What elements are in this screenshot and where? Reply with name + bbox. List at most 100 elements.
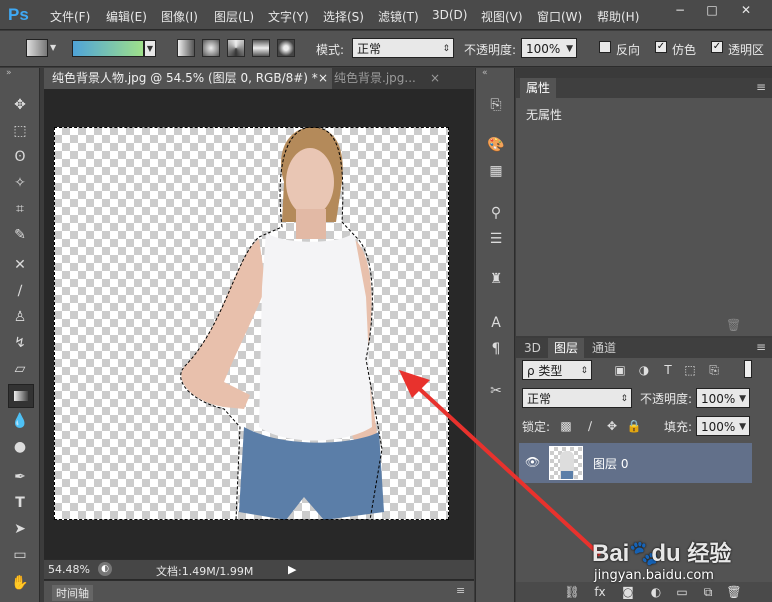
tab-layers[interactable]: 图层 [548,338,585,358]
status-menu-arrow-icon[interactable]: ▶ [288,563,296,576]
dither-checkbox[interactable]: ✓ [655,41,667,53]
menu-image[interactable]: 图像(I) [161,8,198,25]
clone-stamp-tool-icon[interactable]: ♙ [8,306,32,328]
minimize-button[interactable]: − [668,2,692,19]
lock-transparent-icon[interactable]: ▩ [558,418,574,434]
linear-gradient-button[interactable] [177,39,195,57]
share-icon[interactable]: ◐ [98,562,112,576]
menu-select[interactable]: 选择(S) [323,8,364,25]
marquee-tool-icon[interactable]: ⬚ [8,120,32,142]
tab-channels[interactable]: 通道 [586,338,622,358]
panel-header [516,68,772,78]
collapse-icon[interactable]: « [482,68,488,78]
link-layers-icon[interactable]: ⛓ [564,584,580,600]
menu-view[interactable]: 视图(V) [481,8,523,25]
swatches-panel-icon[interactable]: 🎨 [484,134,508,156]
canvas-transparent-layer[interactable] [54,126,449,521]
timeline-tab[interactable]: 时间轴 [52,585,93,601]
blend-mode-select[interactable]: 正常 ⇕ [522,388,632,408]
menu-3d[interactable]: 3D(D) [432,8,467,22]
history-brush-tool-icon[interactable]: ↯ [8,332,32,354]
mode-select[interactable]: 正常 ⇕ [352,38,454,58]
panel-menu-icon[interactable]: ≡ [756,80,766,94]
delete-icon[interactable]: 🗑 [726,318,741,332]
reflected-gradient-button[interactable] [252,39,270,57]
pixel-filter-icon[interactable]: ▣ [612,362,628,378]
visibility-eye-icon[interactable]: 👁 [525,455,540,469]
angle-gradient-button[interactable] [227,39,245,57]
close-tab-icon[interactable]: × [430,68,440,89]
zoom-level[interactable]: 54.48% [48,563,90,576]
tab-3d[interactable]: 3D [518,338,547,358]
menu-file[interactable]: 文件(F) [50,8,90,25]
gradient-tool-preset[interactable] [26,39,48,57]
menu-type[interactable]: 文字(Y) [268,8,309,25]
radial-gradient-button[interactable] [202,39,220,57]
gradient-dropdown-icon[interactable]: ▼ [144,40,156,57]
diamond-gradient-button[interactable] [277,39,295,57]
maximize-button[interactable]: □ [700,2,724,19]
smart-object-filter-icon[interactable]: ⎘ [706,362,722,378]
layer-filter-select[interactable]: ρ 类型 ⇕ [522,360,592,380]
adjust-panel-icon[interactable]: ☰ [484,228,508,250]
updown-icon: ⇕ [580,366,588,376]
panel-menu-icon[interactable]: ≡ [756,340,766,354]
layer-opacity-field[interactable]: 100% ▼ [696,388,750,408]
tool-presets-icon[interactable]: ✂ [484,380,508,402]
eraser-tool-icon[interactable]: ▱ [8,358,32,380]
watermark-jingyan: 经验 [687,541,732,566]
paragraph-panel-icon[interactable]: ¶ [484,338,508,360]
menu-window[interactable]: 窗口(W) [537,8,582,25]
lock-label: 锁定: [522,420,551,434]
clone-source-panel-icon[interactable]: ♜ [484,268,508,290]
layer-opacity-label: 不透明度: [640,392,693,406]
type-filter-icon[interactable]: T [660,362,676,378]
panel-menu-icon[interactable]: ≡ [456,584,465,597]
lock-all-icon[interactable]: 🔒 [626,418,642,434]
reverse-checkbox[interactable] [599,41,611,53]
collapse-icon[interactable]: » [6,68,12,78]
healing-brush-tool-icon[interactable]: ✕ [8,254,32,276]
grid-panel-icon[interactable]: ▦ [484,160,508,182]
adjustment-filter-icon[interactable]: ◑ [636,362,652,378]
eyedropper-tool-icon[interactable]: ✎ [8,224,32,246]
history-panel-icon[interactable]: ⎘ [484,94,508,116]
menu-edit[interactable]: 编辑(E) [106,8,147,25]
shape-tool-icon[interactable]: ▭ [8,544,32,566]
brush-panel-icon[interactable]: ⚲ [484,202,508,224]
filter-toggle[interactable] [744,360,752,378]
layer-name[interactable]: 图层 0 [593,455,628,472]
updown-icon: ⇕ [442,44,450,54]
lock-position-icon[interactable]: ✥ [604,418,620,434]
layer-row[interactable]: 👁 图层 0 [519,443,752,483]
gradient-picker[interactable] [72,40,144,57]
close-button[interactable]: ✕ [734,2,758,19]
chevron-down-icon[interactable]: ▼ [50,43,56,52]
fill-field[interactable]: 100% ▼ [696,416,750,436]
move-tool-icon[interactable]: ✥ [8,94,32,116]
opacity-field[interactable]: 100% ▼ [521,38,577,58]
pen-tool-icon[interactable]: ✒ [8,466,32,488]
dither-label: 仿色 [672,43,697,57]
tab-properties[interactable]: 属性 [520,78,557,98]
blur-tool-icon[interactable]: 💧 [8,410,32,432]
dodge-tool-icon[interactable]: ● [8,436,32,458]
brush-tool-icon[interactable]: ∕ [8,280,32,302]
shape-filter-icon[interactable]: ⬚ [682,362,698,378]
character-panel-icon[interactable]: A [484,312,508,334]
crop-tool-icon[interactable]: ⌗ [8,198,32,220]
tab-second-document[interactable]: 纯色背景.jpg... × [326,68,444,89]
tab-active-document[interactable]: 纯色背景人物.jpg @ 54.5% (图层 0, RGB/8#) * × [44,68,332,89]
lock-pixels-icon[interactable]: ∕ [582,418,598,434]
menu-filter[interactable]: 滤镜(T) [378,8,419,25]
menu-layer[interactable]: 图层(L) [214,8,254,25]
filter-label: ρ 类型 [527,364,563,378]
magic-wand-tool-icon[interactable]: ✧ [8,172,32,194]
type-tool-icon[interactable]: T [8,492,32,514]
path-selection-tool-icon[interactable]: ➤ [8,518,32,540]
transparency-checkbox[interactable]: ✓ [711,41,723,53]
lasso-tool-icon[interactable]: ʘ [8,146,32,168]
hand-tool-icon[interactable]: ✋ [8,572,32,594]
menu-help[interactable]: 帮助(H) [597,8,639,25]
gradient-tool-icon[interactable] [8,384,34,408]
